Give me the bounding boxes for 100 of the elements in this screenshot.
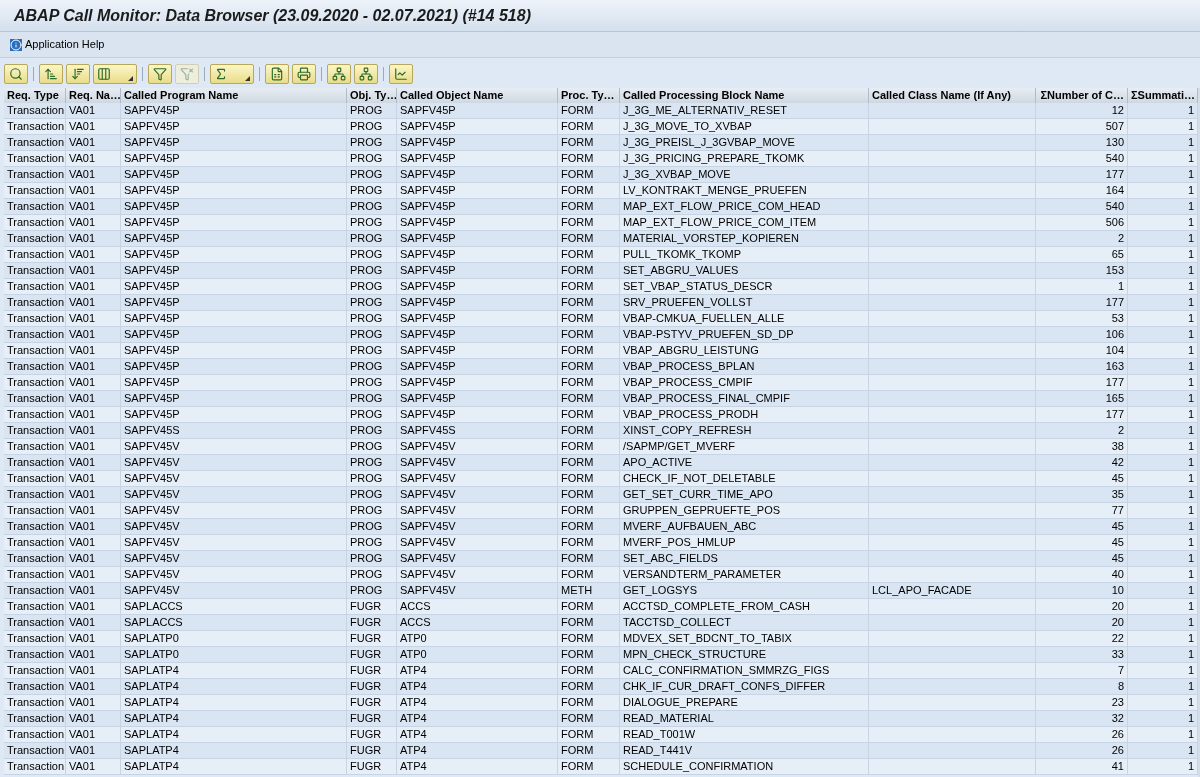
table-cell: SET_ABC_FIELDS xyxy=(623,552,718,564)
table-cell: SAPFV45V xyxy=(124,536,180,548)
table-cell: FUGR xyxy=(350,744,382,756)
hierarchy-icon xyxy=(359,67,373,81)
table-cell: FORM xyxy=(561,136,594,148)
table-cell: VBAP-PSTYV_PRUEFEN_SD_DP xyxy=(623,328,794,340)
table-cell: VA01 xyxy=(69,632,96,644)
table-cell: VA01 xyxy=(69,712,96,724)
table-cell: 1 xyxy=(1187,296,1194,308)
table-cell: VA01 xyxy=(69,216,96,228)
table-cell: 1 xyxy=(1187,616,1194,628)
table-cell: VBAP_PROCESS_CMPIF xyxy=(623,376,753,388)
table-cell: Transaction xyxy=(7,424,65,436)
toolbar-button[interactable] xyxy=(4,64,28,84)
table-cell: 1 xyxy=(1187,536,1194,548)
toolbar-button[interactable] xyxy=(389,64,413,84)
table-cell: Transaction xyxy=(7,248,65,260)
table-cell: SAPFV45P xyxy=(400,200,456,212)
table-cell: SAPFV45S xyxy=(124,424,180,436)
table-cell: SAPFV45P xyxy=(400,408,456,420)
table-cell: 2 xyxy=(1117,424,1124,436)
table-cell: 41 xyxy=(1111,760,1124,772)
table-cell: Transaction xyxy=(7,504,65,516)
table-cell: SAPFV45V xyxy=(400,440,456,452)
table-cell: VA01 xyxy=(69,680,96,692)
table-cell: TACCTSD_COLLECT xyxy=(623,616,731,628)
table-cell: FUGR xyxy=(350,728,382,740)
table-cell: Transaction xyxy=(7,408,65,420)
table-cell: GET_SET_CURR_TIME_APO xyxy=(623,488,773,500)
sigma-icon xyxy=(214,67,228,81)
table-cell: SAPFV45P xyxy=(400,360,456,372)
table-cell: FORM xyxy=(561,264,594,276)
table-cell: 1 xyxy=(1187,392,1194,404)
toolbar-button[interactable] xyxy=(292,64,316,84)
table-cell: READ_T441V xyxy=(623,744,693,756)
table-cell: VA01 xyxy=(69,728,96,740)
table-cell: FORM xyxy=(561,520,594,532)
table-cell: VBAP_ABGRU_LEISTUNG xyxy=(623,344,759,356)
table-cell: SAPFV45P xyxy=(400,312,456,324)
table-cell: SAPFV45P xyxy=(124,328,180,340)
table-cell: SAPLATP4 xyxy=(124,696,179,708)
table-cell: APO_ACTIVE xyxy=(623,456,693,468)
table-cell: 1 xyxy=(1187,600,1194,612)
table-cell: PROG xyxy=(350,408,383,420)
table-cell: PROG xyxy=(350,264,383,276)
table-cell: 23 xyxy=(1111,696,1124,708)
table-cell: SAPFV45P xyxy=(124,344,180,356)
table-cell: SAPFV45V xyxy=(124,584,180,596)
table-cell: 165 xyxy=(1105,392,1124,404)
table-cell: PROG xyxy=(350,472,383,484)
table-cell: PROG xyxy=(350,328,383,340)
table-cell: 540 xyxy=(1105,200,1124,212)
table-cell: 1 xyxy=(1187,440,1194,452)
filter-icon xyxy=(153,67,167,81)
table-cell: SAPFV45V xyxy=(400,568,456,580)
table-cell: 1 xyxy=(1187,408,1194,420)
toolbar-button[interactable] xyxy=(210,64,254,84)
toolbar-button[interactable] xyxy=(93,64,137,84)
table-cell: SAPFV45V xyxy=(400,520,456,532)
table-cell: Transaction xyxy=(7,760,65,772)
table-cell: Transaction xyxy=(7,216,65,228)
table-cell: Transaction xyxy=(7,712,65,724)
application-help-button[interactable]: Application Help xyxy=(10,36,105,53)
table-cell: SAPFV45V xyxy=(124,440,180,452)
table-cell: J_3G_ME_ALTERNATIV_RESET xyxy=(623,104,788,116)
toolbar-button[interactable] xyxy=(354,64,378,84)
table-cell: Transaction xyxy=(7,104,65,116)
table-cell: 1 xyxy=(1187,168,1194,180)
table-cell: FUGR xyxy=(350,616,382,628)
toolbar-button[interactable] xyxy=(327,64,351,84)
table-cell: MATERIAL_VORSTEP_KOPIEREN xyxy=(623,232,799,244)
table-cell: Transaction xyxy=(7,664,65,676)
table-cell: 45 xyxy=(1111,536,1124,548)
table-cell: SAPFV45P xyxy=(124,104,180,116)
table-cell: Transaction xyxy=(7,168,65,180)
table-cell: VA01 xyxy=(69,280,96,292)
table-cell: 45 xyxy=(1111,552,1124,564)
table-cell: MAP_EXT_FLOW_PRICE_COM_HEAD xyxy=(623,200,821,212)
toolbar-button[interactable] xyxy=(66,64,90,84)
table-cell: 177 xyxy=(1105,408,1124,420)
table-cell: SAPFV45P xyxy=(124,312,180,324)
table-cell: FORM xyxy=(561,120,594,132)
table-cell: 1 xyxy=(1187,200,1194,212)
table-cell: VA01 xyxy=(69,232,96,244)
table-cell: 26 xyxy=(1111,744,1124,756)
table-cell: VA01 xyxy=(69,456,96,468)
table-cell: FORM xyxy=(561,712,594,724)
table-cell: VA01 xyxy=(69,328,96,340)
table-cell: VA01 xyxy=(69,200,96,212)
table-cell: PROG xyxy=(350,184,383,196)
toolbar-button[interactable] xyxy=(39,64,63,84)
toolbar-button[interactable] xyxy=(265,64,289,84)
table-cell: VERSANDTERM_PARAMETER xyxy=(623,568,782,580)
table-cell: FORM xyxy=(561,616,594,628)
toolbar-button[interactable] xyxy=(148,64,172,84)
table-cell: 2 xyxy=(1117,232,1124,244)
table-cell: ATP0 xyxy=(400,648,427,660)
table-cell: Transaction xyxy=(7,648,65,660)
table-cell: Transaction xyxy=(7,520,65,532)
table-cell: GRUPPEN_GEPRUEFTE_POS xyxy=(623,504,781,516)
